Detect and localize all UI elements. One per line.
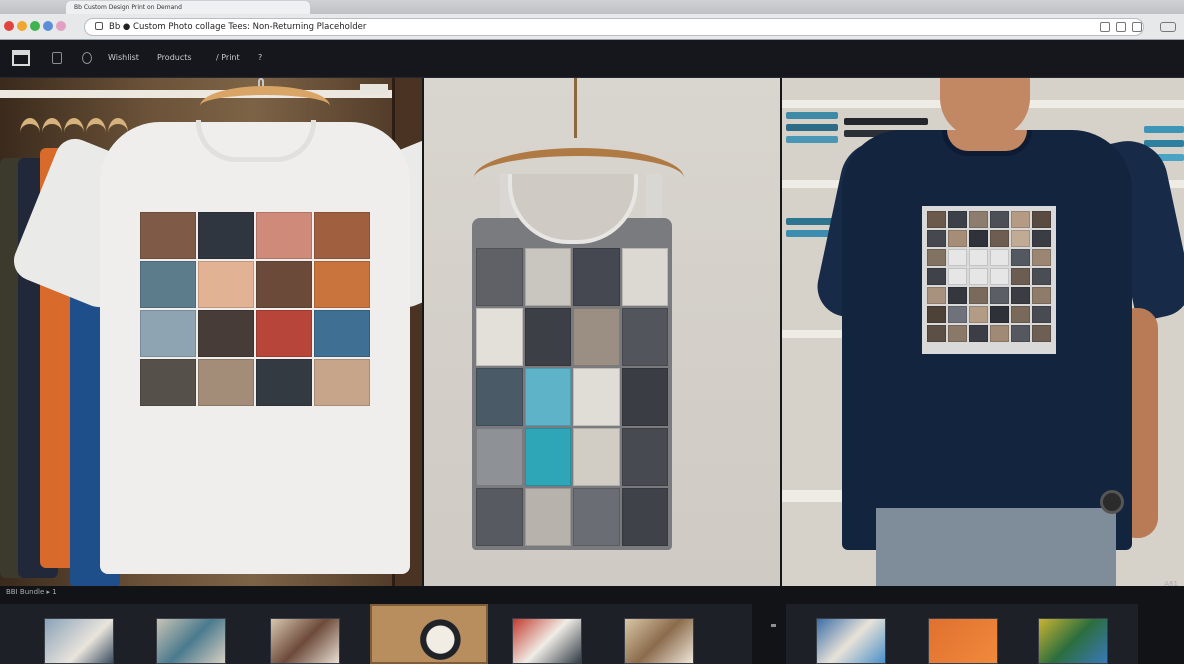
product-image-tank-top[interactable] — [424, 78, 780, 586]
share-icon[interactable] — [1100, 22, 1110, 32]
folded-shirts — [786, 112, 838, 119]
folded-shirts — [1144, 126, 1184, 133]
browser-toolbar: Bb ● Custom Photo collage Tees: Non-Retu… — [0, 14, 1184, 40]
nav-info-icon[interactable] — [82, 52, 92, 64]
app-logo-icon[interactable] — [12, 50, 30, 66]
maximize-window-button[interactable] — [30, 21, 40, 31]
thumbnail[interactable] — [512, 618, 582, 664]
folded-shirts — [844, 118, 928, 125]
filmstrip-right-label: A61 — [1164, 580, 1178, 588]
browser-tab[interactable]: Bb Custom Design Print on Demand — [66, 1, 310, 14]
tab-overview-icon[interactable] — [1132, 22, 1142, 32]
folded-shirts — [1144, 140, 1184, 147]
wrist-watch-icon — [1100, 490, 1124, 514]
app-header: Wishlist Products / Print ? — [0, 40, 1184, 78]
folded-shirts — [786, 136, 838, 143]
model-jeans — [876, 508, 1116, 586]
rail-tag — [360, 84, 388, 95]
profile-icon[interactable] — [56, 21, 66, 31]
thumbnail[interactable] — [270, 618, 340, 664]
thumbnail[interactable] — [1038, 618, 1108, 664]
collage-print — [476, 248, 668, 548]
filmstrip-label: BBI Bundle ▸ 1 — [6, 588, 57, 596]
nav-wishlist[interactable]: Wishlist — [108, 53, 139, 62]
shirt-collar — [942, 130, 1032, 156]
clothes-rail — [0, 90, 392, 98]
nav-grid-icon[interactable] — [52, 52, 62, 64]
app-window: Bb Custom Design Print on Demand Bb ● Cu… — [0, 0, 1184, 664]
nav-products[interactable]: Products — [157, 53, 192, 62]
product-image-white-tshirt[interactable] — [0, 78, 422, 586]
filmstrip-separator-icon — [771, 624, 776, 627]
extension-icon[interactable] — [43, 21, 53, 31]
thumbnail[interactable] — [156, 618, 226, 664]
hanger — [42, 118, 62, 148]
collage-print — [140, 212, 370, 412]
close-window-button[interactable] — [4, 21, 14, 31]
folded-shirts — [786, 124, 838, 131]
window-controls — [4, 21, 66, 31]
collage-print-grid — [927, 211, 1051, 342]
browser-tabstrip: Bb Custom Design Print on Demand — [0, 0, 1184, 14]
bookmark-icon[interactable] — [1116, 22, 1126, 32]
address-text: Bb ● Custom Photo collage Tees: Non-Retu… — [109, 22, 367, 32]
model-neck — [940, 78, 1030, 138]
thumbnail[interactable] — [624, 618, 694, 664]
product-image-model[interactable] — [782, 78, 1184, 586]
wall-hook — [574, 78, 582, 138]
menu-icon[interactable] — [1160, 22, 1176, 32]
thumbnail[interactable] — [44, 618, 114, 664]
hanger — [20, 118, 40, 148]
thumbnail[interactable] — [816, 618, 886, 664]
collage-tank-top — [472, 218, 672, 550]
thumbnail-selected[interactable] — [370, 604, 488, 664]
nav-print[interactable]: / Print — [216, 53, 240, 62]
site-info-icon[interactable] — [95, 22, 103, 30]
thumbnail[interactable] — [928, 618, 998, 664]
collage-print — [922, 206, 1056, 354]
address-bar[interactable]: Bb ● Custom Photo collage Tees: Non-Retu… — [84, 18, 1144, 36]
minimize-window-button[interactable] — [17, 21, 27, 31]
nav-help[interactable]: ? — [258, 53, 262, 62]
